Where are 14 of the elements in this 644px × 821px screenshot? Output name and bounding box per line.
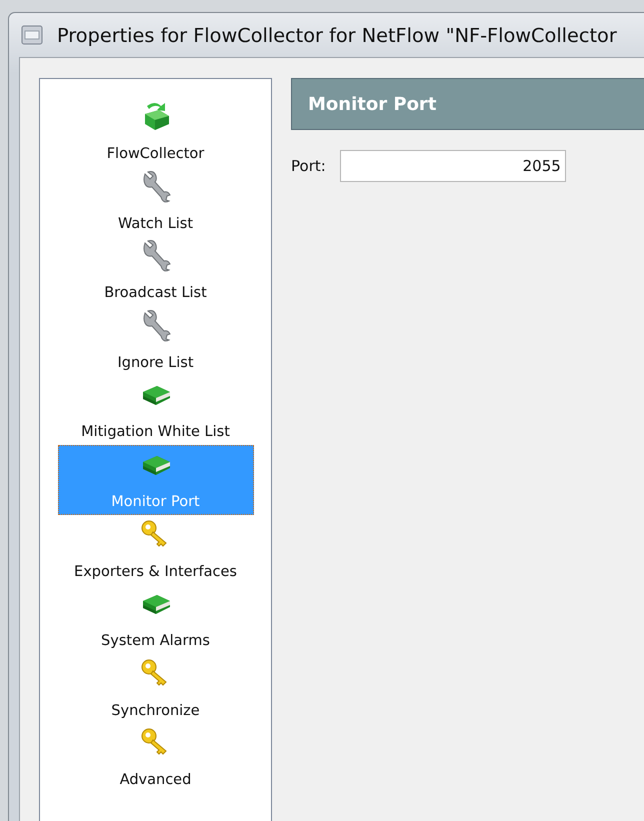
sidebar-item[interactable]: Exporters & Interfaces [58,514,254,584]
sidebar-item[interactable]: Ignore List [58,306,254,376]
window-title: Properties for FlowCollector for NetFlow "NF-FlowCollector [57,24,617,46]
sidebar-item[interactable]: Advanced [58,723,254,793]
sidebar-item[interactable]: Watch List [58,166,254,236]
port-field[interactable]: 2055 [340,150,566,182]
sidebar-item[interactable]: Synchronize [58,654,254,724]
app-icon [21,25,43,45]
sidebar-item[interactable]: Broadcast List [58,236,254,306]
sidebar-item[interactable]: Mitigation White List [58,375,254,445]
sidebar-item[interactable]: FlowCollector [58,97,254,167]
section-header: Monitor Port [291,78,644,130]
port-label: Port: [291,157,326,175]
sidebar-item[interactable]: System Alarms [58,584,254,654]
